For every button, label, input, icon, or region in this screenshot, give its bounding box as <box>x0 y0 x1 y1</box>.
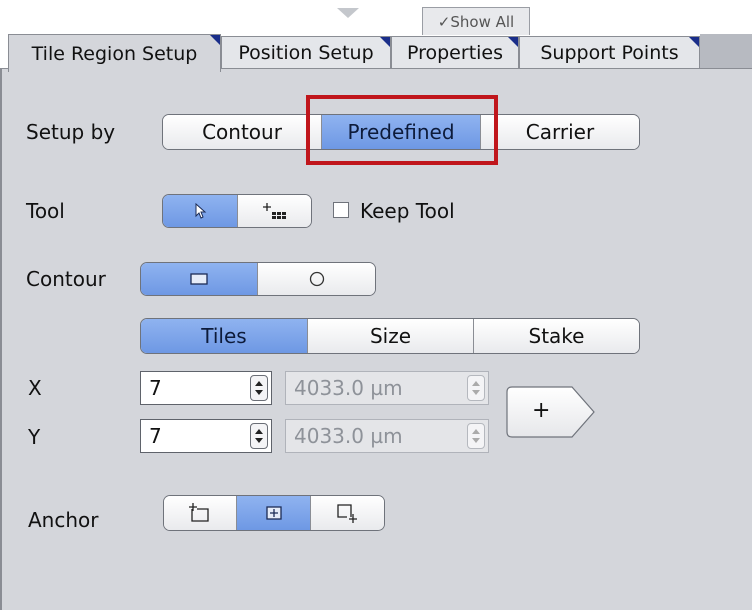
mode-segmented: Tiles Size Stake <box>140 318 640 354</box>
y-label: Y <box>28 425 41 449</box>
tab-tile-region-setup[interactable]: Tile Region Setup <box>8 34 221 72</box>
spin-arrows-icon <box>467 423 485 449</box>
tab-position-setup[interactable]: Position Setup <box>221 36 391 68</box>
contour-label: Contour <box>26 267 106 291</box>
x-size-spinbox: 4033.0 µm <box>285 371 489 405</box>
mode-stake-button[interactable]: Stake <box>474 319 639 353</box>
anchor-center-icon <box>265 506 282 520</box>
tab-label: Tile Region Setup <box>31 43 198 65</box>
tab-corner-icon <box>380 37 390 47</box>
tab-bar: Tile Region Setup Position Setup Propert… <box>0 34 752 72</box>
x-label: X <box>28 376 42 400</box>
setup-by-contour-button[interactable]: Contour <box>163 115 322 149</box>
tab-label: Support Points <box>540 42 679 64</box>
tab-corner-icon <box>210 35 220 45</box>
setup-by-carrier-button[interactable]: Carrier <box>481 115 639 149</box>
pentagon-button-shape <box>506 386 595 438</box>
x-tiles-value: 7 <box>149 376 162 400</box>
mode-size-button[interactable]: Size <box>308 319 474 353</box>
setup-by-label: Setup by <box>26 120 116 144</box>
show-all-toggle[interactable]: ✓Show All <box>422 7 530 35</box>
pointer-icon <box>195 203 207 219</box>
spin-arrows-icon <box>467 375 485 401</box>
y-size-spinbox: 4033.0 µm <box>285 419 489 453</box>
tab-label: Properties <box>406 42 504 64</box>
tab-properties[interactable]: Properties <box>391 36 519 68</box>
tool-label: Tool <box>26 199 65 223</box>
contour-segmented <box>140 262 376 296</box>
tab-bar-filler <box>700 34 752 71</box>
tool-pointer-button[interactable] <box>163 195 238 227</box>
anchor-bottom-right-button[interactable] <box>310 496 384 530</box>
collapse-arrow-icon[interactable] <box>337 8 359 18</box>
tab-label: Position Setup <box>238 42 374 64</box>
tile-grid-add-icon <box>262 203 286 219</box>
circle-icon <box>309 271 324 287</box>
tab-corner-icon <box>689 37 699 47</box>
highlight-box <box>306 95 498 165</box>
rectangle-icon <box>190 273 208 285</box>
keep-tool-label: Keep Tool <box>360 199 455 223</box>
anchor-center-button[interactable] <box>237 496 311 530</box>
add-tile-region-button[interactable]: + <box>506 386 596 438</box>
tool-tile-add-button[interactable] <box>238 195 311 227</box>
y-tiles-spinbox[interactable]: 7 <box>140 419 272 453</box>
contour-circle-button[interactable] <box>258 263 375 295</box>
anchor-label: Anchor <box>28 508 99 532</box>
keep-tool-checkbox[interactable] <box>333 202 349 218</box>
y-size-value: 4033.0 µm <box>294 424 403 448</box>
mode-tiles-button[interactable]: Tiles <box>141 319 308 353</box>
x-size-value: 4033.0 µm <box>294 376 403 400</box>
tool-segmented <box>162 194 312 228</box>
spin-arrows-icon[interactable] <box>250 375 268 401</box>
contour-rectangle-button[interactable] <box>141 263 258 295</box>
y-tiles-value: 7 <box>149 424 162 448</box>
tab-support-points[interactable]: Support Points <box>519 36 700 68</box>
x-tiles-spinbox[interactable]: 7 <box>140 371 272 405</box>
anchor-segmented <box>163 495 385 531</box>
anchor-top-left-button[interactable] <box>164 496 238 530</box>
tab-corner-icon <box>508 37 518 47</box>
add-label: + <box>532 398 551 423</box>
anchor-top-left-icon <box>189 503 209 522</box>
anchor-bottom-right-icon <box>337 504 358 523</box>
spin-arrows-icon[interactable] <box>250 423 268 449</box>
